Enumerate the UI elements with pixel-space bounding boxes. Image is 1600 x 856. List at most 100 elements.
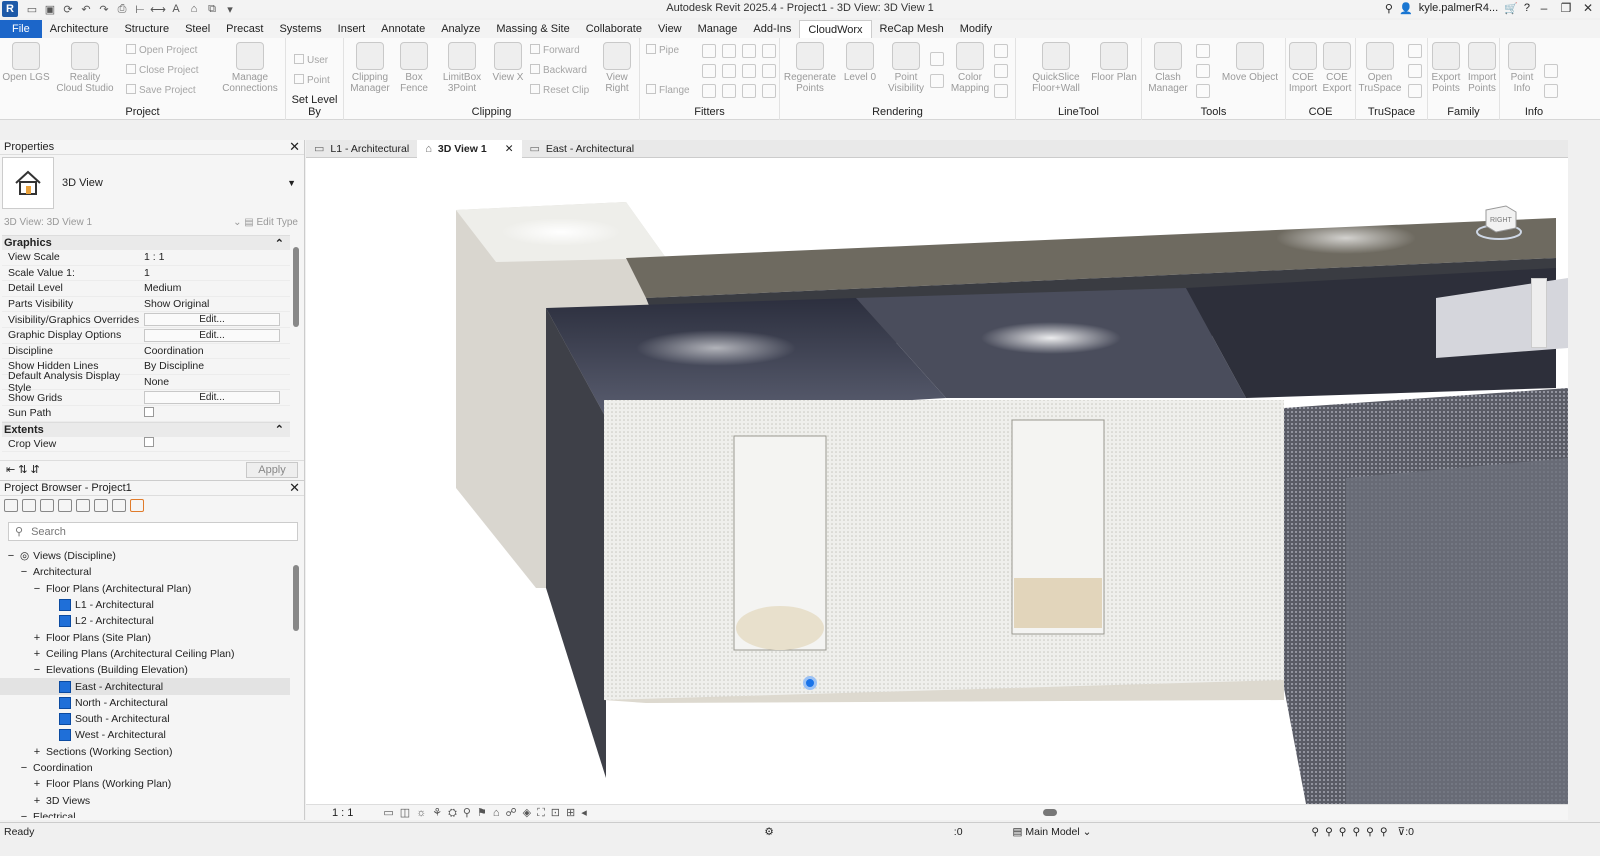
ribbon-tab-file[interactable]: File bbox=[0, 20, 42, 38]
view-control-icons[interactable]: ▭◫☼⚘⛭⚲⚑⌂☍◈⛶⊡⊞◂ bbox=[383, 806, 592, 820]
property-value[interactable]: Edit... bbox=[142, 313, 290, 327]
collapse-icon[interactable]: − bbox=[19, 811, 29, 818]
filter-icon[interactable]: ⊽ bbox=[1398, 826, 1406, 838]
user-name[interactable]: kyle.palmerR4... bbox=[1419, 2, 1498, 14]
browser-search-input[interactable]: ⚲ Search bbox=[8, 522, 298, 541]
truspace-option-icon[interactable] bbox=[1408, 84, 1422, 98]
revit-link-icon[interactable] bbox=[130, 498, 144, 512]
reset-clip-button[interactable]: Reset Clip bbox=[530, 84, 589, 96]
point-level-button[interactable]: Point bbox=[294, 74, 330, 86]
expand-icon[interactable]: + bbox=[32, 778, 42, 790]
browser-node[interactable]: − Electrical bbox=[0, 809, 290, 818]
help-icon[interactable]: ? bbox=[1524, 2, 1530, 14]
print-icon[interactable]: ⎙ bbox=[114, 2, 130, 16]
collapse-icon[interactable]: − bbox=[32, 583, 42, 595]
ribbon-tab-architecture[interactable]: Architecture bbox=[42, 20, 117, 38]
text-icon[interactable]: A bbox=[168, 2, 184, 16]
expand-icon[interactable]: + bbox=[32, 746, 42, 758]
render-option-icon[interactable] bbox=[994, 84, 1008, 98]
tool-option-icon[interactable] bbox=[1196, 84, 1210, 98]
ribbon-tab-collaborate[interactable]: Collaborate bbox=[578, 20, 650, 38]
collapse-icon[interactable]: − bbox=[6, 550, 16, 562]
open-project-button[interactable]: Open Project bbox=[126, 44, 197, 56]
box-fence-button[interactable]: Box Fence bbox=[394, 42, 434, 94]
property-edit-button[interactable]: Edit... bbox=[144, 391, 280, 405]
manage-connections-button[interactable]: Manage Connections bbox=[222, 42, 278, 94]
clipping-manager-button[interactable]: Clipping Manager bbox=[346, 42, 394, 94]
ribbon-tab-analyze[interactable]: Analyze bbox=[433, 20, 488, 38]
browser-node[interactable]: + Floor Plans (Working Plan) bbox=[0, 776, 290, 792]
selection-tools-icons[interactable]: ⚲⚲⚲⚲⚲⚲ bbox=[1311, 826, 1393, 838]
browser-node[interactable]: − Coordination bbox=[0, 760, 290, 776]
view-cube[interactable]: RIGHT bbox=[1476, 202, 1522, 240]
ribbon-tab-structure[interactable]: Structure bbox=[116, 20, 177, 38]
user-level-button[interactable]: User bbox=[294, 54, 328, 66]
export-points-button[interactable]: Export Points bbox=[1428, 42, 1464, 94]
property-value[interactable]: Medium bbox=[142, 282, 290, 294]
property-edit-button[interactable]: Edit... bbox=[144, 328, 280, 342]
customize-qat-icon[interactable]: ▾ bbox=[222, 2, 238, 16]
chevron-down-icon[interactable]: ▼ bbox=[287, 178, 296, 188]
coe-export-button[interactable]: COE Export bbox=[1320, 42, 1354, 94]
property-value[interactable] bbox=[142, 437, 290, 450]
import-points-button[interactable]: Import Points bbox=[1464, 42, 1500, 94]
open-truspace-button[interactable]: Open TruSpace bbox=[1358, 42, 1402, 94]
property-value[interactable]: By Discipline bbox=[142, 360, 290, 372]
collapse-icon[interactable]: − bbox=[32, 664, 42, 676]
truspace-option-icon[interactable] bbox=[1408, 44, 1422, 58]
browser-node[interactable]: L1 - Architectural bbox=[0, 597, 290, 613]
ribbon-tab-massing-site[interactable]: Massing & Site bbox=[488, 20, 577, 38]
property-checkbox[interactable] bbox=[144, 437, 154, 448]
browser-node[interactable]: − Floor Plans (Architectural Plan) bbox=[0, 581, 290, 597]
fitter-tool-icon[interactable] bbox=[722, 64, 736, 78]
expand-icon[interactable]: + bbox=[32, 632, 42, 644]
level-0-button[interactable]: Level 0 bbox=[840, 42, 880, 83]
color-mapping-button[interactable]: Color Mapping bbox=[946, 42, 994, 94]
properties-scrollbar[interactable] bbox=[292, 239, 300, 459]
collapse-icon[interactable]: − bbox=[19, 566, 29, 578]
sort-icons[interactable]: ⇤ ⇅ ⇵ bbox=[6, 463, 40, 476]
move-object-button[interactable]: Move Object bbox=[1218, 42, 1282, 83]
close-icon[interactable]: ✕ bbox=[289, 480, 300, 496]
info-option-icon[interactable] bbox=[1544, 84, 1558, 98]
fitter-tool-icon[interactable] bbox=[702, 44, 716, 58]
tool-option-icon[interactable] bbox=[1196, 64, 1210, 78]
apply-button[interactable]: Apply bbox=[246, 461, 298, 478]
maximize-button[interactable]: ❐ bbox=[1558, 1, 1574, 15]
property-checkbox[interactable] bbox=[144, 406, 154, 417]
family-icon[interactable] bbox=[76, 498, 90, 512]
view-scale[interactable]: 1 : 1 bbox=[332, 807, 353, 819]
open-icon[interactable]: ▭ bbox=[24, 2, 40, 16]
view-icon[interactable] bbox=[22, 498, 36, 512]
property-value[interactable]: 1 : 1 bbox=[142, 251, 290, 263]
ribbon-tab-add-ins[interactable]: Add-Ins bbox=[745, 20, 799, 38]
close-window-button[interactable]: ✕ bbox=[1580, 1, 1596, 15]
home-icon[interactable] bbox=[4, 498, 18, 512]
fitter-tool-icon[interactable] bbox=[742, 44, 756, 58]
fitter-tool-icon[interactable] bbox=[702, 84, 716, 98]
browser-node[interactable]: + Sections (Working Section) bbox=[0, 744, 290, 760]
browser-node[interactable]: North - Architectural bbox=[0, 695, 290, 711]
forward-button[interactable]: Forward bbox=[530, 44, 580, 56]
render-option-icon[interactable] bbox=[930, 52, 944, 66]
undo-icon[interactable]: ↶ bbox=[78, 2, 94, 16]
clash-manager-button[interactable]: Clash Manager bbox=[1144, 42, 1192, 94]
tool-option-icon[interactable] bbox=[1196, 44, 1210, 58]
3d-viewport[interactable]: RIGHT bbox=[306, 158, 1568, 804]
user-icon[interactable]: 👤 bbox=[1399, 2, 1413, 15]
coe-import-button[interactable]: COE Import bbox=[1286, 42, 1320, 94]
ribbon-tab-insert[interactable]: Insert bbox=[330, 20, 374, 38]
fitter-tool-icon[interactable] bbox=[742, 64, 756, 78]
main-model-selector[interactable]: ▤ Main Model ⌄ bbox=[1013, 826, 1092, 838]
fitter-tool-icon[interactable] bbox=[742, 84, 756, 98]
save-icon[interactable]: ▣ bbox=[42, 2, 58, 16]
collapse-icon[interactable]: − bbox=[19, 762, 29, 774]
browser-scrollbar[interactable] bbox=[292, 553, 300, 815]
binoculars-icon[interactable]: ⚲ bbox=[1385, 2, 1393, 15]
minimize-button[interactable]: – bbox=[1536, 1, 1552, 15]
measure-icon[interactable]: ⊢ bbox=[132, 2, 148, 16]
fitter-tool-icon[interactable] bbox=[702, 64, 716, 78]
browser-node[interactable]: − Elevations (Building Elevation) bbox=[0, 662, 290, 678]
ribbon-tab-recap-mesh[interactable]: ReCap Mesh bbox=[872, 20, 952, 38]
reality-cloud-button[interactable]: Reality Cloud Studio bbox=[56, 42, 114, 94]
